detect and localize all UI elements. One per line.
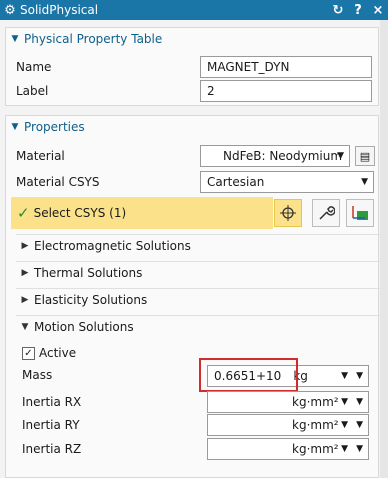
close-button[interactable]: × xyxy=(368,3,388,18)
material-csys-value: Cartesian xyxy=(207,175,265,189)
inertia-rz-label: Inertia RZ xyxy=(22,442,82,456)
chevron-down-icon: ▼ xyxy=(341,444,348,454)
chevron-down-icon: ▼ xyxy=(11,122,19,132)
mass-label: Mass xyxy=(22,368,53,382)
reset-icon[interactable]: ↻ xyxy=(328,3,348,18)
physical-property-table-header[interactable]: ▼ Physical Property Table xyxy=(6,28,163,50)
material-csys-label: Material CSYS xyxy=(16,175,100,189)
material-library-icon[interactable]: ▤ xyxy=(355,146,375,166)
chevron-down-icon: ▼ xyxy=(356,444,363,454)
material-dropdown[interactable]: NdFeB: Neodymium ▼ xyxy=(200,145,350,167)
active-checkbox[interactable]: ✓ xyxy=(22,346,35,360)
highlight-box xyxy=(199,358,298,392)
checkmark-icon: ✓ xyxy=(17,204,30,222)
properties-panel: ▼ Properties Material NdFeB: Neodymium ▼… xyxy=(5,115,380,478)
label-field[interactable]: 2 xyxy=(200,80,372,102)
active-checkbox-row[interactable]: ✓ Active xyxy=(22,343,76,363)
section-title: Motion Solutions xyxy=(34,319,134,334)
inertia-rx-unit: kg·mm² xyxy=(292,395,339,409)
inertia-rz-unit: kg·mm² xyxy=(292,442,339,456)
elasticity-solutions-header[interactable]: ▶ Elasticity Solutions xyxy=(16,288,380,310)
crosshair-icon[interactable] xyxy=(274,199,302,227)
chevron-down-icon: ▼ xyxy=(356,371,363,381)
chevron-down-icon: ▼ xyxy=(341,397,348,407)
thermal-solutions-header[interactable]: ▶ Thermal Solutions xyxy=(16,261,380,283)
chevron-right-icon: ▶ xyxy=(21,267,29,278)
inertia-ry-input[interactable]: kg·mm² ▼ ▼ xyxy=(207,414,369,436)
electromagnetic-solutions-header[interactable]: ▶ Electromagnetic Solutions xyxy=(16,234,380,256)
section-title: Electromagnetic Solutions xyxy=(34,238,191,253)
chevron-right-icon: ▶ xyxy=(21,240,29,251)
inertia-rz-input[interactable]: kg·mm² ▼ ▼ xyxy=(207,438,369,460)
physical-property-table-panel: ▼ Physical Property Table Name MAGNET_DY… xyxy=(5,27,379,106)
material-label: Material xyxy=(16,149,65,163)
select-csys-row[interactable]: ✓ Select CSYS (1) xyxy=(11,197,273,229)
window-title: SolidPhysical xyxy=(20,3,99,17)
section-title: Thermal Solutions xyxy=(34,265,143,280)
title-bar: ⚙ SolidPhysical ↻ ? × xyxy=(0,0,388,20)
name-field[interactable]: MAGNET_DYN xyxy=(200,56,372,78)
chevron-down-icon: ▼ xyxy=(356,397,363,407)
inertia-rx-input[interactable]: kg·mm² ▼ ▼ xyxy=(207,391,369,413)
label-label: Label xyxy=(16,84,49,98)
material-value: NdFeB: Neodymium xyxy=(223,149,343,163)
help-button[interactable]: ? xyxy=(348,3,368,18)
csys-icon[interactable] xyxy=(346,199,374,227)
motion-solutions-header[interactable]: ▼ Motion Solutions xyxy=(16,315,380,337)
name-label: Name xyxy=(16,60,52,74)
material-csys-dropdown[interactable]: Cartesian ▼ xyxy=(200,171,374,193)
properties-header[interactable]: ▼ Properties xyxy=(6,116,85,138)
inertia-ry-unit: kg·mm² xyxy=(292,418,339,432)
section-title: Elasticity Solutions xyxy=(34,292,148,307)
chevron-right-icon: ▶ xyxy=(21,294,29,305)
section-title: Physical Property Table xyxy=(24,32,163,46)
gear-icon[interactable]: ⚙ xyxy=(0,3,20,18)
chevron-down-icon: ▼ xyxy=(361,177,368,187)
chevron-down-icon: ▼ xyxy=(21,321,29,332)
active-label: Active xyxy=(39,346,77,360)
inertia-ry-label: Inertia RY xyxy=(22,418,80,432)
chevron-down-icon: ▼ xyxy=(341,371,348,381)
wrench-icon[interactable] xyxy=(312,199,340,227)
chevron-down-icon: ▼ xyxy=(11,34,19,44)
chevron-down-icon: ▼ xyxy=(337,151,344,161)
inertia-rx-label: Inertia RX xyxy=(22,395,82,409)
select-csys-label: Select CSYS (1) xyxy=(33,206,127,220)
scrollbar[interactable] xyxy=(380,20,388,478)
chevron-down-icon: ▼ xyxy=(341,420,348,430)
chevron-down-icon: ▼ xyxy=(356,420,363,430)
section-title: Properties xyxy=(24,120,85,134)
